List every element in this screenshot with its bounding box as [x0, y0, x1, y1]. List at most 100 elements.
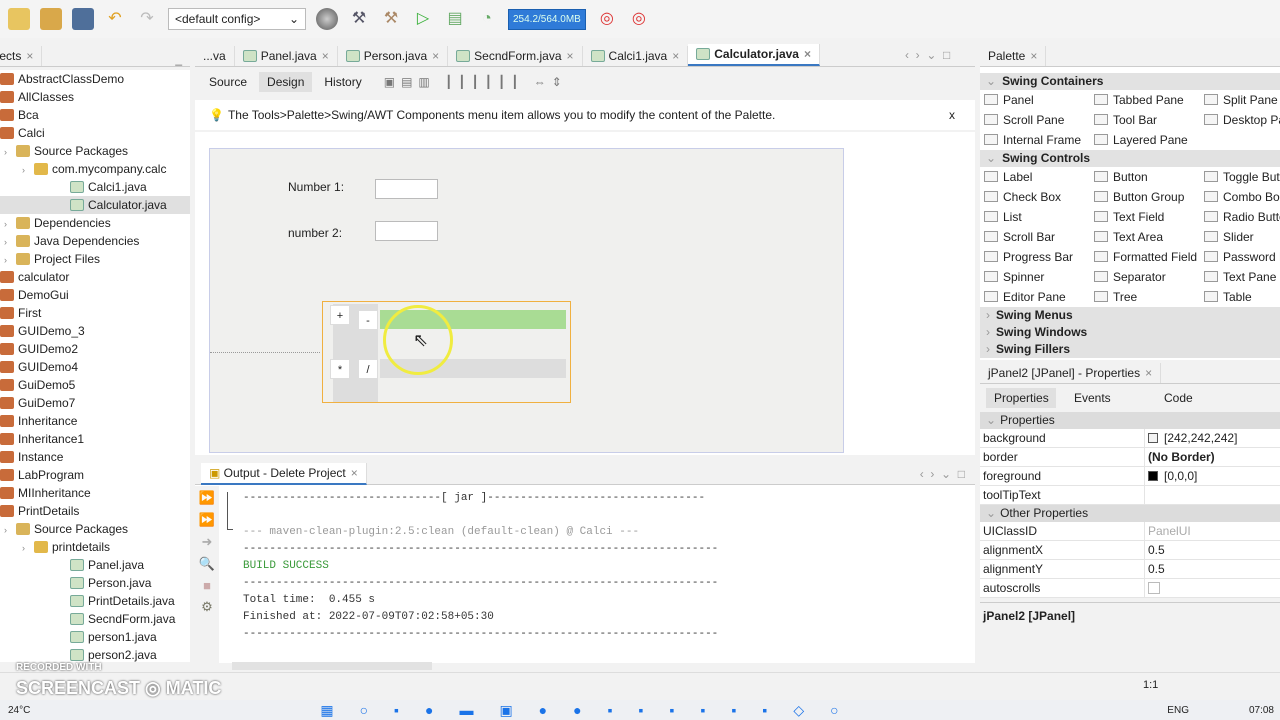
number2-label[interactable]: number 2:	[288, 226, 342, 240]
palette-category[interactable]: ⌄ Swing Containers	[980, 73, 1280, 90]
tab-output[interactable]: ▣ Output - Delete Project ×	[201, 462, 367, 485]
editor-tab[interactable]: Person.java ×	[338, 46, 449, 66]
redo-icon[interactable]: ↷	[136, 8, 158, 30]
palette-item[interactable]: Editor Pane	[980, 287, 1090, 307]
property-row[interactable]: UIClassID PanelUI	[980, 522, 1280, 541]
palette-item[interactable]: Toggle Button	[1200, 167, 1280, 187]
tree-item[interactable]: ›DemoGui	[0, 286, 190, 304]
events-tab[interactable]: Events	[1066, 388, 1136, 408]
arrow-icon[interactable]: ➜	[202, 534, 213, 550]
inspect-icon[interactable]: 🔍	[199, 556, 215, 572]
chevron-icon[interactable]: ›	[22, 539, 34, 557]
divide-button[interactable]: /	[358, 359, 378, 379]
source-view-button[interactable]: Source	[201, 72, 255, 92]
tree-item[interactable]: ›PrintDetails	[0, 502, 190, 520]
tree-item[interactable]: Panel.java	[0, 556, 190, 574]
tab-projects[interactable]: Projects ×	[0, 46, 43, 66]
property-row[interactable]: border (No Border)	[980, 448, 1280, 467]
palette-item[interactable]: Desktop Pane	[1200, 110, 1280, 130]
chevron-icon[interactable]: ›	[4, 143, 16, 161]
tree-item[interactable]: ›AllClasses	[0, 88, 190, 106]
palette-item[interactable]: Password Field	[1200, 247, 1280, 267]
weather[interactable]: 24°C	[8, 705, 30, 716]
palette-category[interactable]: › Swing Menus	[980, 307, 1280, 324]
tree-item[interactable]: ›GuiDemo5	[0, 376, 190, 394]
checkbox[interactable]	[1148, 582, 1160, 594]
palette-item[interactable]: Button	[1090, 167, 1200, 187]
tree-item[interactable]: SecndForm.java	[0, 610, 190, 628]
property-value[interactable]: [0,0,0]	[1145, 467, 1197, 485]
tree-item[interactable]: › com.mycompany.calc	[0, 160, 190, 178]
close-icon[interactable]: ×	[432, 49, 439, 63]
undo-icon[interactable]: ↶	[104, 8, 126, 30]
tree-item[interactable]: PrintDetails.java	[0, 592, 190, 610]
tree-item[interactable]: › Source Packages	[0, 142, 190, 160]
settings-icon[interactable]: ⚙	[201, 599, 213, 615]
horizontal-scrollbar[interactable]	[232, 662, 432, 670]
stop-icon[interactable]: ■	[203, 578, 211, 593]
palette-category[interactable]: › Swing Windows	[980, 324, 1280, 341]
align-tools-icon[interactable]: ▣▤▥ ┃┃┃┃┃┃ ⇔⇕	[384, 75, 568, 89]
close-icon[interactable]: ×	[1145, 366, 1152, 380]
tree-item[interactable]: › Source Packages	[0, 520, 190, 538]
tree-item[interactable]: › Java Dependencies	[0, 232, 190, 250]
minimize-icon[interactable]: _	[175, 52, 182, 66]
property-section[interactable]: ⌄ Properties	[980, 412, 1280, 429]
save-all-icon[interactable]	[72, 8, 94, 30]
palette-item[interactable]: Check Box	[980, 187, 1090, 207]
property-row[interactable]: foreground [0,0,0]	[980, 467, 1280, 486]
project-tree[interactable]: ›AbstractClassDemo›AllClasses›Bca›Calci›…	[0, 70, 190, 662]
gc-icon[interactable]: ◎	[596, 8, 618, 30]
property-row[interactable]: alignmentX 0.5	[980, 541, 1280, 560]
property-row[interactable]: toolTipText	[980, 486, 1280, 505]
property-value[interactable]	[1145, 486, 1148, 504]
number1-label[interactable]: Number 1:	[288, 180, 344, 194]
tree-item[interactable]: › Dependencies	[0, 214, 190, 232]
palette-item[interactable]: Spinner	[980, 267, 1090, 287]
palette-item[interactable]: Panel	[980, 90, 1090, 110]
rerun-goals-icon[interactable]: ⏩	[199, 512, 215, 528]
tree-item[interactable]: ›Calci	[0, 124, 190, 142]
tree-item[interactable]: ›Inheritance	[0, 412, 190, 430]
palette-item[interactable]: Slider	[1200, 227, 1280, 247]
memory-indicator[interactable]: 254.2/564.0MB	[508, 8, 586, 30]
tree-item[interactable]: ›GUIDemo2	[0, 340, 190, 358]
chevron-icon[interactable]: ›	[4, 521, 16, 539]
number1-field[interactable]	[375, 179, 438, 199]
palette-item[interactable]: Radio Button	[1200, 207, 1280, 227]
tree-item[interactable]: ›Bca	[0, 106, 190, 124]
palette-item[interactable]: Combo Box	[1200, 187, 1280, 207]
run-icon[interactable]: ▷	[412, 8, 434, 30]
language-indicator[interactable]: ENG	[1167, 705, 1189, 716]
palette-item[interactable]: Text Field	[1090, 207, 1200, 227]
taskbar-app-icons[interactable]: ▦○▪●▬▣●●▪▪▪▪▪▪◇○	[320, 702, 864, 719]
properties-tab[interactable]: Properties	[986, 388, 1056, 408]
tree-item[interactable]: ›AbstractClassDemo	[0, 70, 190, 88]
clock[interactable]: 07:08	[1249, 705, 1274, 716]
palette-item[interactable]: Tool Bar	[1090, 110, 1200, 130]
tree-item[interactable]: ›Inheritance1	[0, 430, 190, 448]
palette-item[interactable]: Layered Pane	[1090, 130, 1200, 150]
rerun-icon[interactable]: ⏩	[199, 490, 215, 506]
multiply-button[interactable]: *	[330, 359, 350, 379]
tree-item[interactable]: ›Instance	[0, 448, 190, 466]
palette-item[interactable]: Scroll Pane	[980, 110, 1090, 130]
tree-item[interactable]: ›GUIDemo_3	[0, 322, 190, 340]
tab-properties-window[interactable]: jPanel2 [JPanel] - Properties ×	[980, 363, 1162, 383]
palette-item[interactable]: Progress Bar	[980, 247, 1090, 267]
clean-build-icon[interactable]: ⚒	[380, 8, 402, 30]
palette-item[interactable]: Tree	[1090, 287, 1200, 307]
build-icon[interactable]: ⚒	[348, 8, 370, 30]
plus-button[interactable]: +	[330, 305, 350, 325]
profile-snapshot-icon[interactable]: ◎	[628, 8, 650, 30]
palette-item[interactable]: Text Pane	[1200, 267, 1280, 287]
config-select[interactable]: <default config> ⌄	[168, 8, 306, 30]
close-icon[interactable]: ×	[26, 49, 33, 63]
editor-tab[interactable]: Panel.java ×	[235, 46, 338, 66]
hint-close-button[interactable]: x	[949, 108, 955, 122]
tree-item[interactable]: ›calculator	[0, 268, 190, 286]
tree-item[interactable]: ›GUIDemo4	[0, 358, 190, 376]
property-value[interactable]: PanelUI	[1145, 522, 1191, 540]
chevron-icon[interactable]: ›	[4, 215, 16, 233]
close-icon[interactable]: ×	[351, 466, 358, 480]
